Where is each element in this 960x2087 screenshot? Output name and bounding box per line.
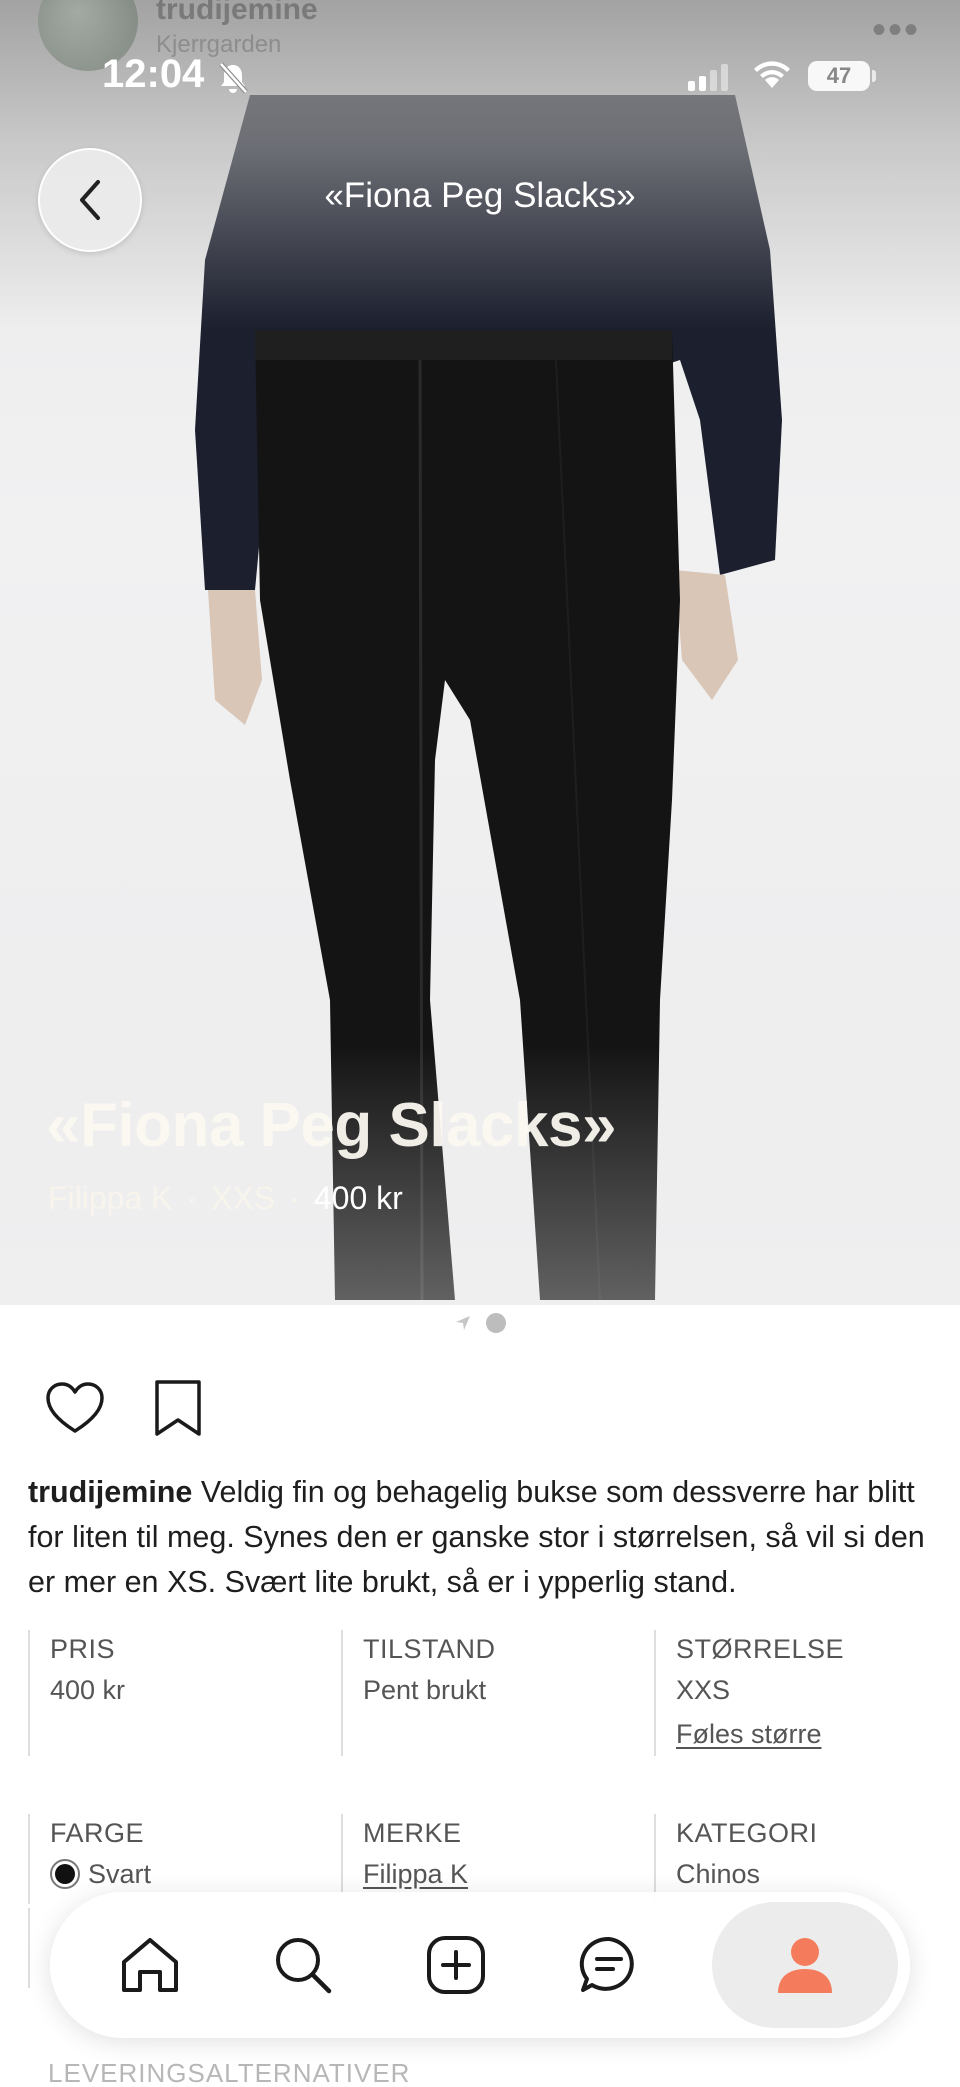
- detail-value: Chinos: [676, 1859, 761, 1889]
- detail-brand: MERKE Filippa K: [341, 1814, 654, 1904]
- bottom-tab-bar: [50, 1892, 910, 2038]
- pager-dot[interactable]: [486, 1313, 506, 1333]
- battery-cap: [872, 70, 876, 82]
- username-link[interactable]: trudijemine: [28, 1475, 192, 1509]
- status-bar: 12:04 47: [0, 0, 960, 100]
- color-name: Svart: [88, 1859, 152, 1889]
- bell-off-icon: [219, 62, 248, 94]
- detail-label: PRIS: [50, 1634, 116, 1664]
- detail-value: 400 kr: [50, 1675, 126, 1705]
- listing-title-overlay: «Fiona Peg Slacks»: [46, 1091, 616, 1160]
- detail-color: FARGE Svart: [28, 1814, 341, 1904]
- bookmark-icon[interactable]: [152, 1378, 204, 1438]
- tab-messages[interactable]: [559, 1915, 659, 2015]
- tab-search[interactable]: [253, 1915, 353, 2015]
- detail-label: MERKE: [363, 1818, 462, 1848]
- listing-meta-overlay: Filippa K · XXS · 400 kr: [48, 1180, 403, 1217]
- listing-price: 400 kr: [313, 1180, 403, 1216]
- post-description: trudijemine Veldig fin og behagelig buks…: [28, 1470, 938, 1605]
- tab-home[interactable]: [100, 1915, 200, 2015]
- detail-value: Svart: [50, 1852, 341, 1896]
- profile-icon: [778, 1938, 832, 1993]
- photo-bottom-gradient: [0, 1045, 960, 1305]
- detail-label: TILSTAND: [363, 1634, 496, 1664]
- wifi-icon: [754, 61, 790, 88]
- signal-icon: [688, 64, 728, 91]
- search-icon: [276, 1938, 332, 1994]
- delivery-heading: LEVERINGSALTERNATIVER: [48, 2058, 411, 2087]
- size-note-link[interactable]: Føles større: [676, 1712, 938, 1756]
- post-actions: [44, 1378, 204, 1438]
- location-arrow-icon: [456, 1316, 470, 1330]
- detail-label: STØRRELSE: [676, 1634, 845, 1664]
- detail-label: FARGE: [50, 1818, 145, 1848]
- home-icon: [122, 1938, 178, 1992]
- status-time: 12:04: [102, 52, 205, 96]
- heart-icon[interactable]: [44, 1380, 106, 1436]
- detail-price: PRIS 400 kr: [28, 1630, 341, 1756]
- messages-icon: [579, 1936, 634, 1992]
- listing-size: XXS: [211, 1180, 276, 1216]
- add-icon: [427, 1936, 485, 1994]
- brand-link[interactable]: Filippa K: [363, 1852, 654, 1896]
- color-swatch: [50, 1859, 80, 1889]
- detail-row-hidden: [28, 1908, 50, 1988]
- detail-label: KATEGORI: [676, 1818, 818, 1848]
- meta-separator: ·: [289, 1180, 300, 1216]
- detail-value: Pent brukt: [363, 1675, 487, 1705]
- tab-profile[interactable]: [712, 1902, 898, 2028]
- battery-icon: 47: [808, 61, 870, 91]
- listing-brand: Filippa K: [48, 1180, 173, 1216]
- detail-size: STØRRELSE XXS Føles større: [654, 1630, 938, 1756]
- detail-value: XXS: [676, 1675, 731, 1705]
- photo-pager: [0, 1313, 960, 1333]
- tab-add[interactable]: [406, 1915, 506, 2015]
- listing-details: PRIS 400 kr TILSTAND Pent brukt STØRRELS…: [28, 1630, 938, 1904]
- meta-separator: ·: [186, 1180, 198, 1216]
- page-title: «Fiona Peg Slacks»: [324, 176, 636, 215]
- detail-condition: TILSTAND Pent brukt: [341, 1630, 654, 1756]
- detail-category: KATEGORI Chinos: [654, 1814, 938, 1904]
